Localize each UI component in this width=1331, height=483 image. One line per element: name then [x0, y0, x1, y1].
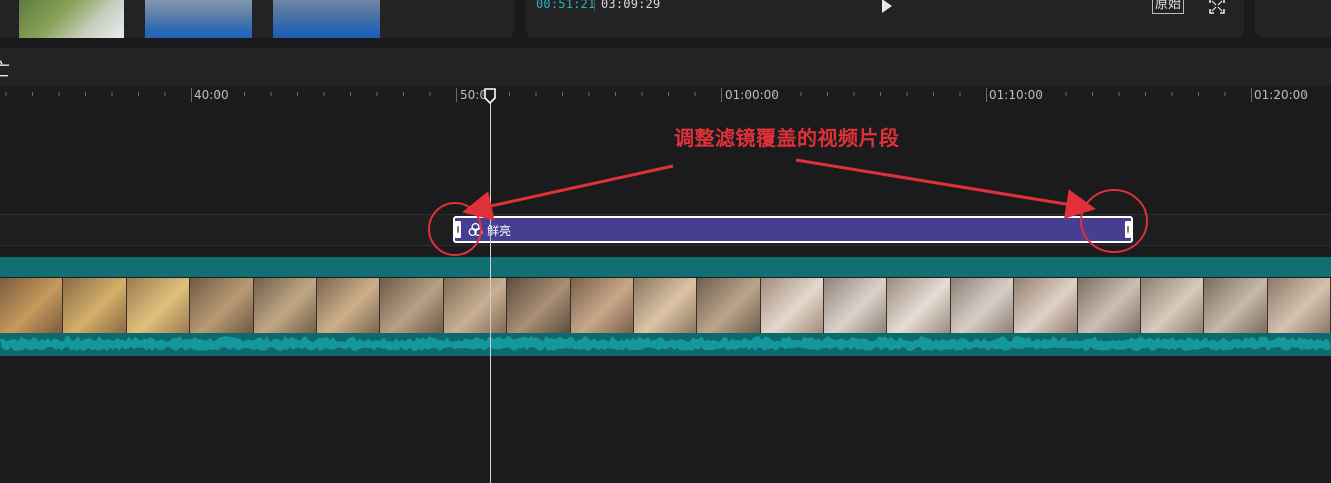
- highlight-circle-right: [1080, 189, 1148, 253]
- annotation-overlay: [428, 158, 1148, 256]
- timeline-toolbar: 亡: [0, 48, 1331, 86]
- timecode-divider: [594, 0, 595, 11]
- toolbar-partial-glyph[interactable]: 亡: [0, 56, 10, 82]
- current-timecode: 00:51:21: [536, 0, 596, 11]
- right-panel: [1255, 0, 1331, 38]
- original-ratio-button[interactable]: 原始: [1152, 0, 1185, 14]
- annotation-arrow-left: [462, 164, 674, 221]
- media-thumbnail[interactable]: [145, 0, 252, 38]
- play-icon[interactable]: [878, 0, 894, 14]
- timeline[interactable]: 40:00 50:00 01:00:00 01:10:00 01:20:00 鲜…: [0, 86, 1331, 483]
- media-thumbnail[interactable]: [273, 0, 380, 38]
- fullscreen-icon[interactable]: [1209, 0, 1225, 14]
- total-timecode: 03:09:29: [601, 0, 661, 11]
- media-thumbnail[interactable]: [19, 0, 124, 38]
- player-panel: 00:51:21 03:09:29 原始: [526, 0, 1244, 38]
- annotation-arrow-right: [795, 158, 1096, 219]
- media-panel: [0, 0, 514, 38]
